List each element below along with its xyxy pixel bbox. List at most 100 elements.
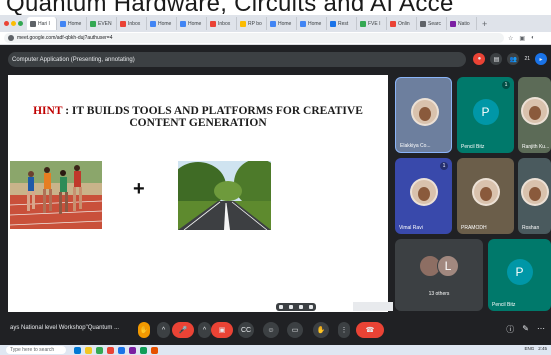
- meet-top-bar: Computer Application (Presenting, annota…: [0, 46, 551, 74]
- tab-favicon-icon: [60, 20, 66, 27]
- camera-options-icon[interactable]: ^: [198, 322, 211, 338]
- presenting-label: Computer Application (Presenting, annota…: [12, 56, 135, 63]
- browser-tab-bar: Hari I Home EVEN Inbox Home Home Inbox RP bo Hom…: [0, 15, 551, 32]
- participant-tile[interactable]: P 1 Pencil Bitz: [457, 77, 514, 153]
- chrome-icon[interactable]: [107, 346, 114, 354]
- camera-off-button[interactable]: ▣: [211, 322, 233, 338]
- taskbar-apps: [74, 346, 158, 354]
- browser-tab[interactable]: Inbox: [207, 17, 237, 30]
- language-indicator[interactable]: ENG: [524, 346, 534, 351]
- tab-favicon-icon: [210, 20, 216, 27]
- app-icon[interactable]: [118, 346, 125, 354]
- browser-tab[interactable]: Home: [147, 17, 177, 30]
- mic-off-button[interactable]: 🎤: [172, 322, 194, 338]
- browser-tab[interactable]: Home: [267, 17, 297, 30]
- browser-tab[interactable]: Home: [57, 17, 87, 30]
- runners-photo: [10, 161, 102, 229]
- browser-tab[interactable]: Inbox: [117, 17, 147, 30]
- tab-favicon-icon: [270, 20, 276, 27]
- tab-label: FVE I: [368, 20, 381, 27]
- browser-tab[interactable]: Home: [177, 17, 207, 30]
- new-tab-icon[interactable]: +: [477, 19, 492, 29]
- mic-options-icon[interactable]: ^: [157, 322, 170, 338]
- chat-icon[interactable]: ✎: [522, 324, 529, 335]
- tab-label: Rest: [338, 20, 349, 27]
- tab-label: Searc: [428, 20, 442, 27]
- annotate-icon[interactable]: [299, 305, 303, 309]
- app-icon[interactable]: [74, 346, 81, 354]
- recording-icon[interactable]: ●: [473, 53, 486, 65]
- activities-icon[interactable]: ⋯: [537, 324, 545, 335]
- emoji-button[interactable]: ☺: [263, 322, 279, 338]
- app-icon[interactable]: [140, 346, 147, 354]
- browser-tab[interactable]: RP bo: [237, 17, 267, 30]
- info-icon[interactable]: ⓘ: [506, 324, 514, 335]
- next-slide-icon[interactable]: [309, 305, 313, 309]
- plus-sign: +: [133, 178, 145, 200]
- minimize-window-icon[interactable]: [11, 21, 16, 26]
- pin-icon[interactable]: ▸: [535, 53, 547, 65]
- participant-tile[interactable]: L 13 others: [395, 239, 483, 311]
- hand-raised-icon[interactable]: ✋: [138, 322, 150, 338]
- participant-tile[interactable]: Roshan: [518, 158, 551, 234]
- maximize-window-icon[interactable]: [18, 21, 23, 26]
- tab-label: Home: [308, 20, 322, 27]
- tab-favicon-icon: [300, 20, 306, 27]
- participant-tile[interactable]: 1 Vimal Ravi: [395, 158, 452, 234]
- window-controls[interactable]: [0, 21, 27, 26]
- app-icon[interactable]: [129, 346, 136, 354]
- browser-tab[interactable]: EVEN: [87, 17, 117, 30]
- participant-tile[interactable]: PRAMODH: [457, 158, 514, 234]
- tab-favicon-icon: [180, 20, 186, 27]
- taskbar-search[interactable]: Type here to search: [6, 346, 66, 354]
- participant-tile[interactable]: P Pencil Bitz: [488, 239, 551, 311]
- close-window-icon[interactable]: [4, 21, 9, 26]
- url-field[interactable]: meet.google.com/adf-qbkh-duj?authuser=4: [4, 33, 504, 43]
- address-bar: meet.google.com/adf-qbkh-duj?authuser=4 …: [0, 32, 551, 45]
- meet-top-actions: ● ▤ 👥 21 ▸: [473, 53, 547, 65]
- tab-favicon-icon: [150, 20, 156, 27]
- hand-raised-badge: 1: [440, 162, 448, 170]
- more-options-button[interactable]: ⋮: [338, 322, 350, 338]
- browser-tab[interactable]: Home: [297, 17, 327, 30]
- avatar: [410, 98, 439, 126]
- participant-name: Elakkiya Co...: [400, 143, 431, 149]
- present-button[interactable]: ▭: [287, 322, 303, 338]
- tab-favicon-icon: [30, 20, 36, 27]
- raise-hand-button[interactable]: ✋: [313, 322, 329, 338]
- tab-list: Hari I Home EVEN Inbox Home Home Inbox RP bo Hom…: [27, 17, 477, 30]
- app-icon[interactable]: [151, 346, 158, 354]
- browser-tab[interactable]: Rest: [327, 17, 357, 30]
- system-tray: ENG 2:45: [524, 346, 547, 351]
- browser-tab[interactable]: Onlin: [387, 17, 417, 30]
- profile-icon[interactable]: ◐: [531, 35, 535, 42]
- slide-controls[interactable]: [276, 303, 316, 311]
- avatar-letter: P: [506, 259, 533, 285]
- participant-tile[interactable]: Elakkiya Co...: [395, 77, 452, 153]
- people-icon[interactable]: 👥: [507, 53, 520, 65]
- folder-icon[interactable]: [85, 346, 92, 354]
- layout-icon[interactable]: ▤: [490, 53, 503, 65]
- app-icon[interactable]: [96, 346, 103, 354]
- browser-tab[interactable]: Hari I: [27, 17, 57, 30]
- presenting-banner: Computer Application (Presenting, annota…: [8, 52, 466, 67]
- avatar: [471, 178, 500, 206]
- browser-tab[interactable]: Searc: [417, 17, 447, 30]
- participant-count: 21: [524, 56, 530, 62]
- participant-tile[interactable]: Ranjith Ku...: [518, 77, 551, 153]
- leave-call-button[interactable]: ☎: [356, 322, 384, 338]
- tab-label: EVEN: [98, 20, 112, 27]
- site-info-icon[interactable]: [8, 35, 14, 41]
- browser-tab[interactable]: FVE I: [357, 17, 387, 30]
- clock[interactable]: 2:45: [538, 346, 547, 351]
- extensions-icon[interactable]: ▣: [519, 35, 525, 42]
- captions-button[interactable]: CC: [238, 322, 254, 338]
- prev-slide-icon[interactable]: [279, 305, 283, 309]
- pointer-icon[interactable]: [289, 305, 293, 309]
- avatar-face: [479, 187, 492, 201]
- meeting-title: ays National level Workshop"Quantum ...: [10, 325, 120, 331]
- tab-favicon-icon: [450, 20, 456, 27]
- bookmark-star-icon[interactable]: ☆: [508, 35, 513, 42]
- browser-tab[interactable]: Natio: [447, 17, 477, 30]
- tab-favicon-icon: [330, 20, 336, 27]
